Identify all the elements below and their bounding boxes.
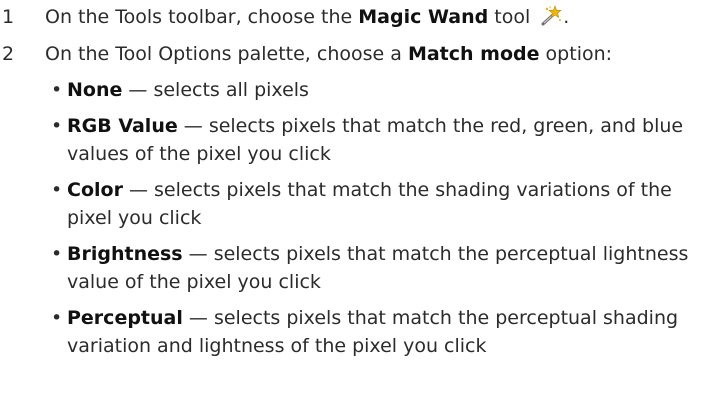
step-2: 2 On the Tool Options palette, choose a … <box>0 40 712 68</box>
bullet-icon: • <box>51 79 63 101</box>
list-item: • Brightness — selects pixels that match… <box>0 240 712 296</box>
step-number: 1 <box>2 6 15 28</box>
option-term: None <box>67 79 123 101</box>
option-description: — selects all pixels <box>122 79 309 101</box>
step-text: On the Tool Options palette, choose a <box>45 43 408 65</box>
option-description: — selects pixels that match the shading … <box>67 179 672 229</box>
list-item: • Perceptual — selects pixels that match… <box>0 304 712 360</box>
bullet-icon: • <box>51 179 63 201</box>
step-text: On the Tools toolbar, choose the <box>45 6 359 28</box>
step-text-suffix: option: <box>539 43 613 65</box>
magic-wand-icon <box>541 5 563 26</box>
option-term: Brightness <box>67 243 183 265</box>
magic-wand-term: Magic Wand <box>358 6 489 28</box>
step-number: 2 <box>2 43 15 65</box>
list-item: • RGB Value — selects pixels that match … <box>0 112 712 168</box>
step-period: . <box>563 6 570 28</box>
option-term: RGB Value <box>67 115 178 137</box>
match-mode-options-list: • None — selects all pixels • RGB Value … <box>0 76 712 360</box>
bullet-icon: • <box>51 307 63 329</box>
document-body: 1 On the Tools toolbar, choose the Magic… <box>0 0 712 368</box>
match-mode-term: Match mode <box>407 43 540 65</box>
bullet-icon: • <box>51 243 63 265</box>
option-term: Color <box>67 179 123 201</box>
option-term: Perceptual <box>67 307 183 329</box>
bullet-icon: • <box>51 115 63 137</box>
step-text-suffix: tool <box>488 6 531 28</box>
step-1: 1 On the Tools toolbar, choose the Magic… <box>0 3 712 31</box>
list-item: • None — selects all pixels <box>0 76 712 104</box>
list-item: • Color — selects pixels that match the … <box>0 176 712 232</box>
